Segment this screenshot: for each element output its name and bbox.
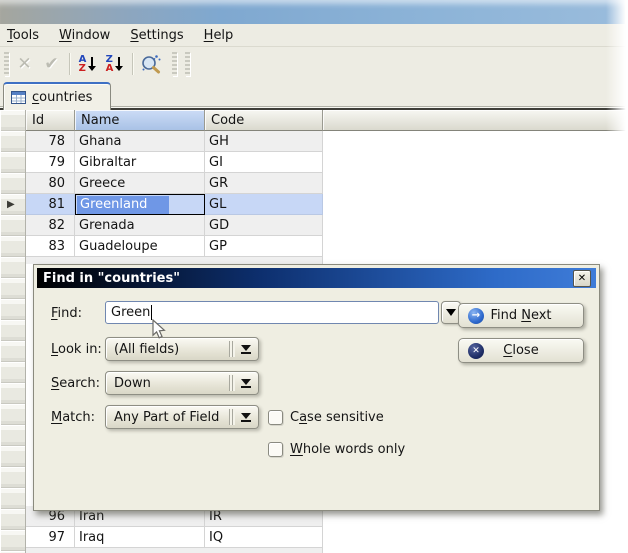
cell-code[interactable]: GI <box>205 152 323 173</box>
chevron-down-icon <box>446 309 456 316</box>
table-row[interactable]: 80 Greece GR <box>26 173 323 194</box>
current-row-pointer-icon: ▶ <box>7 199 15 210</box>
table-row[interactable]: 83 Guadeloupe GP <box>26 236 323 257</box>
chevron-down-icon <box>238 379 254 388</box>
match-value: Any Part of Field <box>106 410 229 425</box>
selected-text: Greenland <box>77 196 169 214</box>
menu-tools[interactable]: Tools <box>4 26 42 45</box>
cell-code[interactable]: GL <box>205 194 323 215</box>
search-direction-select[interactable]: Down <box>105 371 259 395</box>
column-header-id[interactable]: Id <box>26 110 75 131</box>
dialog-title: Find in "countries" <box>43 271 180 286</box>
look-in-label: Look in: <box>51 337 102 361</box>
menu-window[interactable]: Window <box>56 26 113 45</box>
row-selector-gutter[interactable] <box>0 110 26 553</box>
table-row[interactable]: 82 Grenada GD <box>26 215 323 236</box>
table-icon <box>11 91 26 104</box>
table-row-partial <box>26 257 323 264</box>
menu-bar: Tools Window Settings Help <box>0 24 628 47</box>
cell-id[interactable]: 80 <box>26 173 75 194</box>
cell-id[interactable]: 78 <box>26 131 75 152</box>
look-in-select[interactable]: (All fields) <box>105 337 259 361</box>
cell-code[interactable]: GP <box>205 236 323 257</box>
toolbar-separator <box>69 53 70 75</box>
chevron-down-icon <box>238 345 254 354</box>
close-icon: ✕ <box>578 274 586 284</box>
menu-help[interactable]: Help <box>201 26 237 45</box>
menu-settings[interactable]: Settings <box>127 26 186 45</box>
case-sensitive-checkbox[interactable] <box>268 410 283 425</box>
sort-ascending-button[interactable]: AZ <box>75 51 100 77</box>
table-row[interactable]: 97 Iraq IQ <box>26 527 323 548</box>
find-button[interactable] <box>138 51 163 77</box>
case-sensitive-label[interactable]: Case sensitive <box>290 410 384 425</box>
table-row[interactable]: 78 Ghana GH <box>26 131 323 152</box>
cell-name[interactable]: Gibraltar <box>75 152 205 173</box>
combo-grip <box>229 375 235 391</box>
tab-label: countries <box>32 90 92 105</box>
cell-name[interactable]: Greece <box>75 173 205 194</box>
window-titlebar-edge <box>0 0 628 24</box>
cell-code[interactable]: IQ <box>205 527 323 548</box>
table-row[interactable]: 79 Gibraltar GI <box>26 152 323 173</box>
dialog-titlebar[interactable]: Find in "countries" ✕ <box>37 268 596 288</box>
find-dialog: Find in "countries" ✕ Find: Green → Find… <box>33 264 600 511</box>
sort-za-icon: ZA <box>106 55 124 73</box>
whole-words-label[interactable]: Whole words only <box>290 442 405 457</box>
cell-name[interactable]: Guadeloupe <box>75 236 205 257</box>
text-caret <box>151 305 152 320</box>
match-label: Match: <box>51 405 95 429</box>
sort-az-icon: AZ <box>79 55 97 73</box>
toolbar-handle[interactable] <box>172 52 177 76</box>
find-next-button[interactable]: → Find Next <box>458 303 584 328</box>
checkmark-icon: ✔ <box>44 54 58 74</box>
cell-name[interactable]: Grenada <box>75 215 205 236</box>
close-circle-icon: ✕ <box>468 343 484 359</box>
cell-code[interactable]: GD <box>205 215 323 236</box>
cell-id[interactable]: 81 <box>26 194 75 215</box>
close-button[interactable]: ✕ Close <box>458 338 584 363</box>
toolbar: ✕ ✔ AZ ZA <box>0 47 628 80</box>
find-label: Find: <box>51 301 82 325</box>
column-header-code[interactable]: Code <box>205 110 323 131</box>
find-input[interactable]: Green <box>105 301 439 324</box>
cell-code[interactable]: GR <box>205 173 323 194</box>
dialog-close-button[interactable]: ✕ <box>573 270 591 287</box>
cancel-icon: ✕ <box>17 54 31 74</box>
search-label: Search: <box>51 371 100 395</box>
search-icon <box>140 53 162 75</box>
cell-name[interactable]: Ghana <box>75 131 205 152</box>
toolbar-separator <box>132 53 133 75</box>
sort-descending-button[interactable]: ZA <box>102 51 127 77</box>
combo-grip <box>229 409 235 425</box>
app-window: Tools Window Settings Help ✕ ✔ AZ ZA <box>0 0 628 553</box>
cell-id[interactable]: 83 <box>26 236 75 257</box>
accept-changes-button[interactable]: ✔ <box>39 51 64 77</box>
combo-grip <box>229 341 235 357</box>
column-header-name[interactable]: Name <box>75 110 205 131</box>
cell-id[interactable]: 79 <box>26 152 75 173</box>
editing-cell-greenland[interactable]: Greenland <box>75 194 205 215</box>
chevron-down-icon <box>238 413 254 422</box>
look-in-value: (All fields) <box>106 342 229 357</box>
cancel-changes-button[interactable]: ✕ <box>12 51 37 77</box>
cell-id[interactable]: 82 <box>26 215 75 236</box>
column-header-filler <box>323 110 628 131</box>
match-select[interactable]: Any Part of Field <box>105 405 259 429</box>
toolbar-handle[interactable] <box>185 52 190 76</box>
tab-countries[interactable]: countries <box>3 82 111 110</box>
cell-name[interactable]: Iraq <box>75 527 205 548</box>
table-row-partial <box>26 548 323 553</box>
toolbar-handle[interactable] <box>4 52 9 76</box>
cell-id[interactable]: 97 <box>26 527 75 548</box>
whole-words-checkbox[interactable] <box>268 442 283 457</box>
search-direction-value: Down <box>106 376 229 391</box>
find-next-icon: → <box>468 308 484 324</box>
cell-code[interactable]: GH <box>205 131 323 152</box>
find-input-value: Green <box>111 305 150 320</box>
